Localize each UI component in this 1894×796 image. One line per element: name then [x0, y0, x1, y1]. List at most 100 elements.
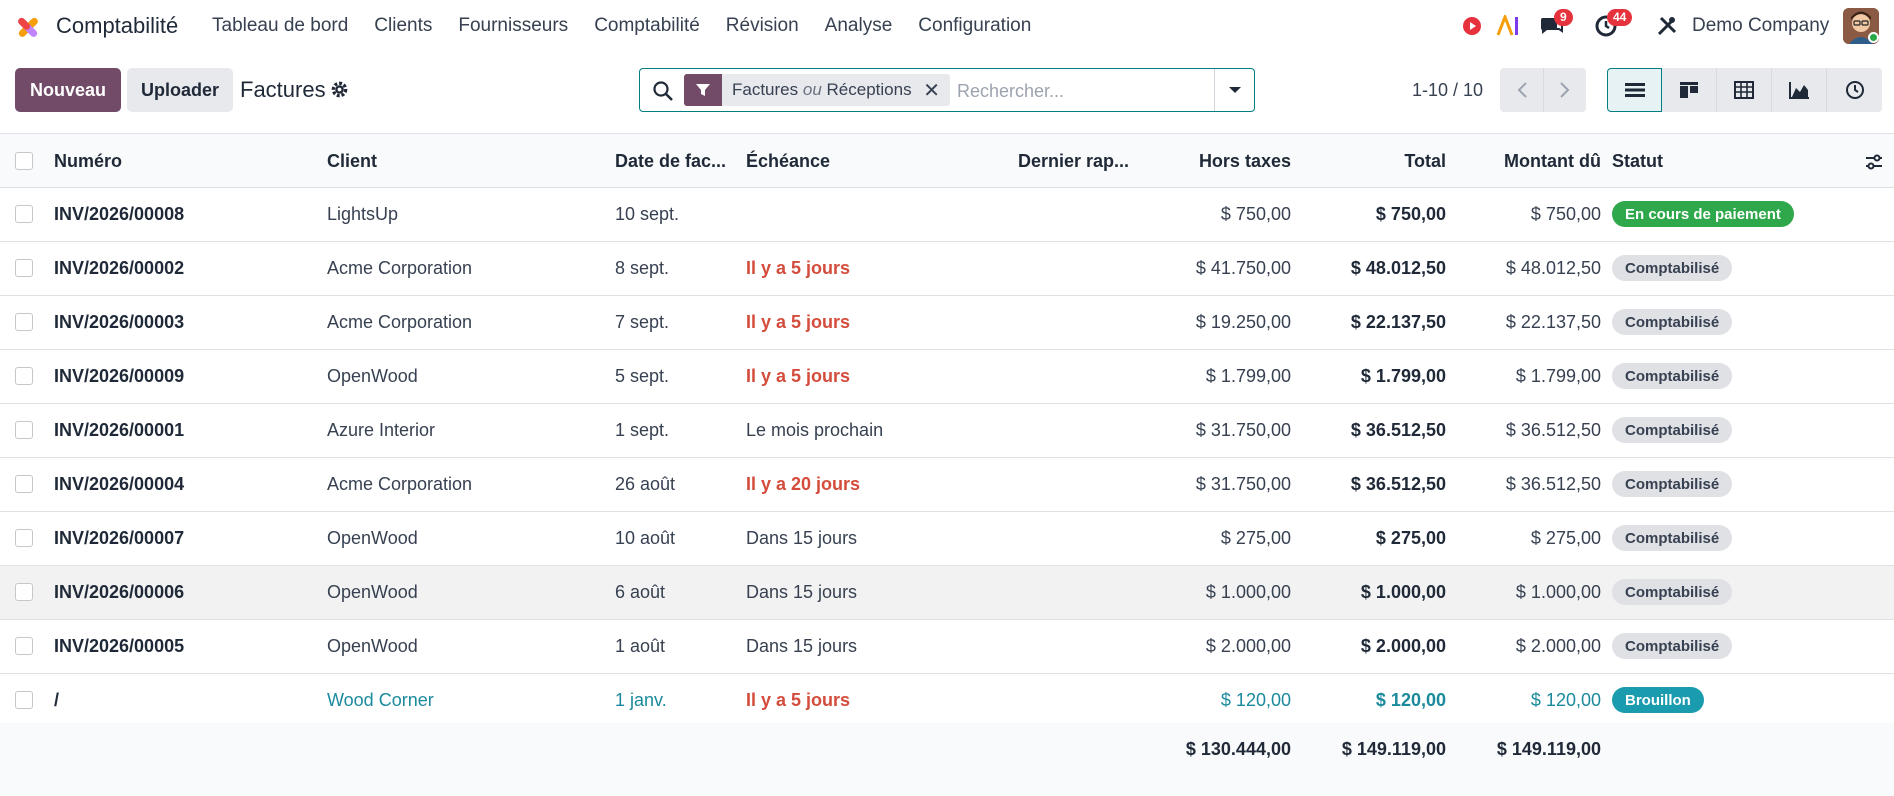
row-checkbox[interactable] — [15, 421, 33, 439]
cell-due-date: Il y a 5 jours — [746, 690, 851, 710]
menu-customers[interactable]: Clients — [374, 15, 432, 37]
cell-invoice-date: 1 août — [615, 636, 666, 656]
main-menu: Tableau de bord Clients Fournisseurs Com… — [212, 15, 1057, 37]
row-checkbox[interactable] — [15, 367, 33, 385]
activities-badge: 44 — [1607, 9, 1633, 26]
kanban-view-button[interactable] — [1662, 68, 1717, 112]
cell-due-date: Il y a 5 jours — [746, 312, 851, 332]
chevron-right-icon — [1560, 82, 1570, 98]
pager-previous-button[interactable] — [1500, 68, 1543, 112]
menu-vendors[interactable]: Fournisseurs — [458, 15, 568, 37]
menu-dashboard[interactable]: Tableau de bord — [212, 15, 348, 37]
table-row[interactable]: INV/2026/00004 Acme Corporation 26 août Il … — [0, 458, 1894, 512]
cell-number: INV/2026/00003 — [54, 312, 185, 332]
header-number[interactable]: Numéro — [54, 151, 122, 172]
header-due-date[interactable]: Échéance — [746, 151, 830, 172]
cell-amount-due: $ 750,00 — [1530, 204, 1601, 224]
kanban-icon — [1680, 82, 1698, 98]
cell-due-date: Il y a 5 jours — [746, 258, 851, 278]
column-settings-icon[interactable] — [1864, 152, 1884, 172]
cell-number: INV/2026/00008 — [54, 204, 185, 224]
cell-untaxed: $ 41.750,00 — [1195, 258, 1291, 278]
cell-number: INV/2026/00001 — [54, 420, 185, 440]
cell-amount-due: $ 275,00 — [1530, 528, 1601, 548]
menu-review[interactable]: Révision — [726, 15, 799, 37]
select-all-checkbox[interactable] — [15, 152, 33, 170]
menu-reporting[interactable]: Analyse — [825, 15, 893, 37]
header-client[interactable]: Client — [327, 151, 377, 172]
table-row[interactable]: INV/2026/00009 OpenWood 5 sept. Il y a 5 jo… — [0, 350, 1894, 404]
cell-client: OpenWood — [327, 582, 418, 602]
row-checkbox[interactable] — [15, 313, 33, 331]
footer-total: $ 149.119,00 — [1341, 739, 1446, 759]
area-chart-icon — [1789, 82, 1809, 99]
cell-amount-due: $ 48.012,50 — [1505, 258, 1601, 278]
cell-due-date: Il y a 20 jours — [746, 474, 861, 494]
menu-configuration[interactable]: Configuration — [918, 15, 1031, 37]
table-row[interactable]: INV/2026/00007 OpenWood 10 août Dans 15 jou… — [0, 512, 1894, 566]
table-row[interactable]: INV/2026/00005 OpenWood 1 août Dans 15 jour… — [0, 620, 1894, 674]
header-amount-due[interactable]: Montant dû — [1504, 151, 1601, 172]
table-row[interactable]: INV/2026/00001 Azure Interior 1 sept. Le mo… — [0, 404, 1894, 458]
filter-icon — [684, 74, 722, 106]
table-row[interactable]: INV/2026/00003 Acme Corporation 7 sept. Il … — [0, 296, 1894, 350]
header-total[interactable]: Total — [1404, 151, 1446, 172]
status-badge: Comptabilisé — [1612, 579, 1733, 605]
cell-client: Acme Corporation — [327, 312, 473, 332]
search-input[interactable] — [957, 79, 1217, 103]
row-checkbox[interactable] — [15, 529, 33, 547]
remove-facet-icon[interactable]: ✕ — [922, 78, 942, 103]
cell-total: $ 1.000,00 — [1360, 582, 1446, 602]
accounting-app-icon[interactable] — [13, 12, 43, 42]
pager-next-button[interactable] — [1543, 68, 1586, 112]
header-last-reminder[interactable]: Dernier rap... — [1018, 151, 1129, 172]
row-checkbox[interactable] — [15, 637, 33, 655]
cell-client: LightsUp — [327, 204, 399, 224]
app-name[interactable]: Comptabilité — [56, 13, 178, 39]
row-checkbox[interactable] — [15, 205, 33, 223]
row-checkbox[interactable] — [15, 583, 33, 601]
header-invoice-date[interactable]: Date de fac... — [615, 151, 726, 172]
cell-total: $ 275,00 — [1375, 528, 1446, 548]
gear-icon[interactable] — [330, 80, 349, 99]
cell-due-date: Dans 15 jours — [746, 582, 858, 602]
cell-total: $ 48.012,50 — [1350, 258, 1446, 278]
search-icon[interactable] — [652, 80, 674, 102]
table-row[interactable]: INV/2026/00006 OpenWood 6 août Dans 15 jour… — [0, 566, 1894, 620]
status-badge: Comptabilisé — [1612, 417, 1733, 443]
clock-view-icon — [1845, 81, 1864, 99]
cell-client: OpenWood — [327, 528, 418, 548]
cell-client: Azure Interior — [327, 420, 436, 440]
menu-accounting[interactable]: Comptabilité — [594, 15, 700, 37]
list-view-button[interactable] — [1607, 68, 1662, 112]
row-checkbox[interactable] — [15, 475, 33, 493]
row-checkbox[interactable] — [15, 259, 33, 277]
upload-button[interactable]: Uploader — [127, 68, 233, 112]
ai-icon[interactable] — [1496, 15, 1522, 37]
activity-view-button[interactable] — [1827, 68, 1882, 112]
cell-amount-due: $ 120,00 — [1530, 690, 1601, 710]
table-row[interactable]: INV/2026/00002 Acme Corporation 8 sept. Il … — [0, 242, 1894, 296]
row-checkbox[interactable] — [15, 691, 33, 709]
table-row[interactable]: INV/2026/00008 LightsUp 10 sept. $ 750,00 $ … — [0, 188, 1894, 242]
graph-view-button[interactable] — [1772, 68, 1827, 112]
cell-amount-due: $ 36.512,50 — [1505, 474, 1601, 494]
table-row[interactable]: / Wood Corner 1 janv. Il y a 5 jours $ 120,0… — [0, 674, 1894, 728]
filter-facet[interactable]: Factures ou Réceptions ✕ — [684, 74, 950, 106]
cell-untaxed: $ 2.000,00 — [1205, 636, 1291, 656]
header-status[interactable]: Statut — [1612, 151, 1663, 172]
tools-icon[interactable] — [1656, 15, 1678, 37]
cell-number: INV/2026/00002 — [54, 258, 185, 278]
header-untaxed[interactable]: Hors taxes — [1199, 151, 1291, 172]
cell-total: $ 750,00 — [1375, 204, 1446, 224]
record-icon[interactable] — [1462, 16, 1482, 36]
cell-invoice-date: 7 sept. — [615, 312, 670, 332]
search-options-toggle[interactable] — [1214, 69, 1254, 111]
pivot-view-button[interactable] — [1717, 68, 1772, 112]
new-button[interactable]: Nouveau — [15, 68, 121, 112]
cell-client: Acme Corporation — [327, 258, 473, 278]
company-switcher[interactable]: Demo Company — [1692, 15, 1829, 37]
table-header: Numéro Client Date de fac... Échéance De… — [0, 133, 1894, 188]
pager-value[interactable]: 1-10 / 10 — [1412, 80, 1483, 101]
table-footer-totals: $ 130.444,00 $ 149.119,00 $ 149.119,00 — [0, 723, 1894, 796]
